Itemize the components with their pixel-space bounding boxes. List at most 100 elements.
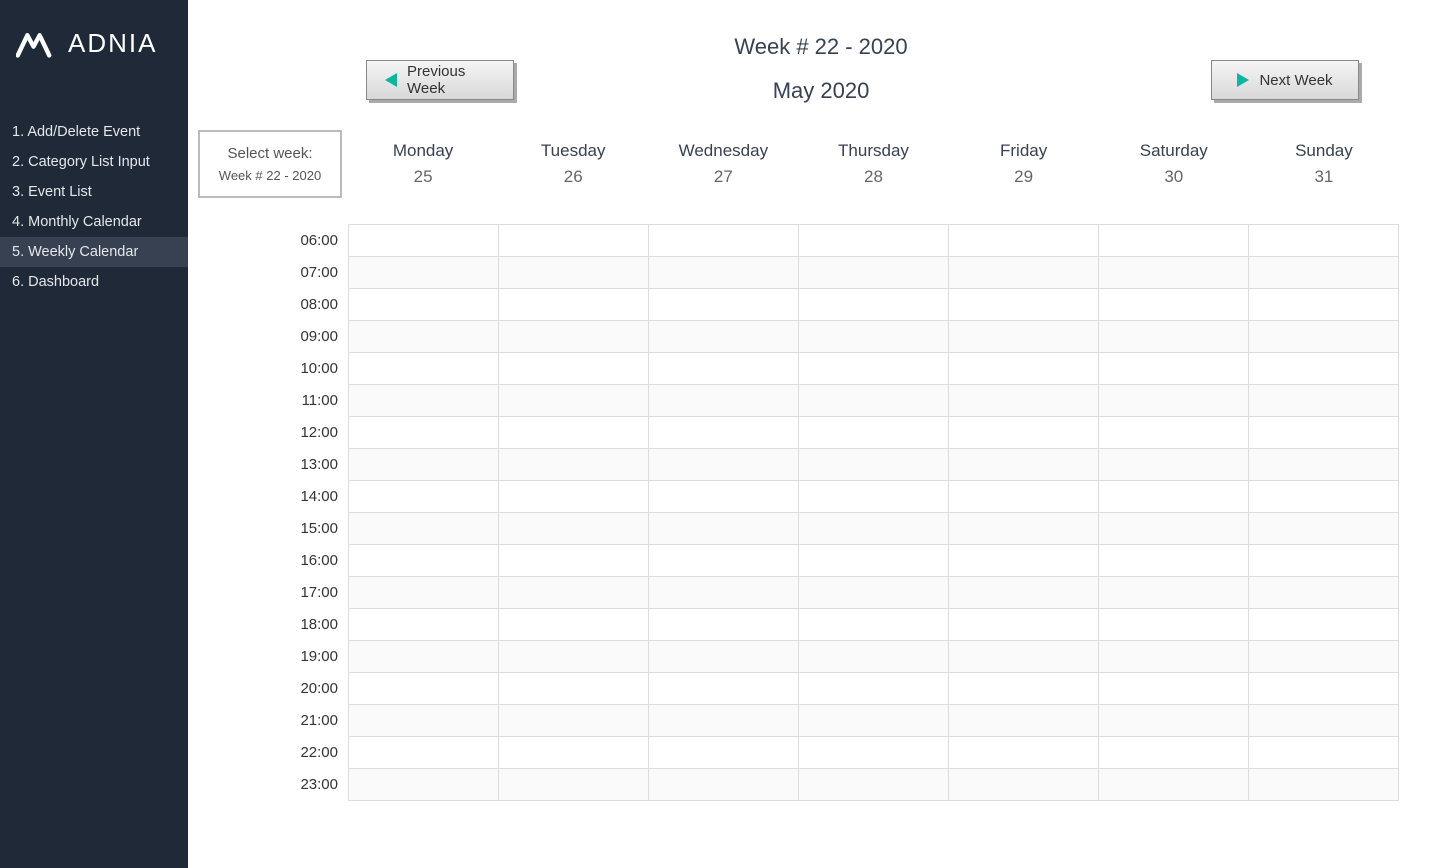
time-slot[interactable] xyxy=(1099,609,1248,641)
time-slot[interactable] xyxy=(349,289,498,321)
time-slot[interactable] xyxy=(799,225,948,257)
time-slot[interactable] xyxy=(349,417,498,449)
time-slot[interactable] xyxy=(499,417,648,449)
time-slot[interactable] xyxy=(649,673,798,705)
time-slot[interactable] xyxy=(649,417,798,449)
time-slot[interactable] xyxy=(499,481,648,513)
time-slot[interactable] xyxy=(949,673,1098,705)
time-slot[interactable] xyxy=(949,545,1098,577)
time-slot[interactable] xyxy=(649,257,798,289)
next-week-button[interactable]: Next Week xyxy=(1211,60,1359,100)
time-slot[interactable] xyxy=(1099,417,1248,449)
time-slot[interactable] xyxy=(499,225,648,257)
time-slot[interactable] xyxy=(499,513,648,545)
time-slot[interactable] xyxy=(649,705,798,737)
time-slot[interactable] xyxy=(349,225,498,257)
time-slot[interactable] xyxy=(949,513,1098,545)
time-slot[interactable] xyxy=(349,257,498,289)
time-slot[interactable] xyxy=(649,321,798,353)
time-slot[interactable] xyxy=(1249,289,1398,321)
time-slot[interactable] xyxy=(799,737,948,769)
time-slot[interactable] xyxy=(1249,481,1398,513)
sidebar-item-event-list[interactable]: 3. Event List xyxy=(0,177,188,207)
time-slot[interactable] xyxy=(949,609,1098,641)
time-slot[interactable] xyxy=(1099,577,1248,609)
time-slot[interactable] xyxy=(649,225,798,257)
time-slot[interactable] xyxy=(1099,705,1248,737)
time-slot[interactable] xyxy=(649,641,798,673)
time-slot[interactable] xyxy=(799,513,948,545)
time-slot[interactable] xyxy=(1099,769,1248,801)
time-slot[interactable] xyxy=(799,417,948,449)
time-slot[interactable] xyxy=(1099,289,1248,321)
time-slot[interactable] xyxy=(1099,257,1248,289)
time-slot[interactable] xyxy=(349,353,498,385)
time-slot[interactable] xyxy=(349,705,498,737)
time-slot[interactable] xyxy=(1249,673,1398,705)
time-slot[interactable] xyxy=(1249,417,1398,449)
time-slot[interactable] xyxy=(949,257,1098,289)
time-slot[interactable] xyxy=(1099,673,1248,705)
time-slot[interactable] xyxy=(799,353,948,385)
time-slot[interactable] xyxy=(499,705,648,737)
time-slot[interactable] xyxy=(949,225,1098,257)
time-slot[interactable] xyxy=(499,257,648,289)
time-slot[interactable] xyxy=(1249,257,1398,289)
time-slot[interactable] xyxy=(949,481,1098,513)
time-slot[interactable] xyxy=(949,321,1098,353)
time-slot[interactable] xyxy=(1249,641,1398,673)
time-slot[interactable] xyxy=(1099,225,1248,257)
time-slot[interactable] xyxy=(1249,545,1398,577)
time-slot[interactable] xyxy=(1249,705,1398,737)
time-slot[interactable] xyxy=(499,289,648,321)
time-slot[interactable] xyxy=(949,737,1098,769)
time-slot[interactable] xyxy=(1099,641,1248,673)
time-slot[interactable] xyxy=(349,641,498,673)
time-slot[interactable] xyxy=(349,737,498,769)
time-slot[interactable] xyxy=(649,737,798,769)
time-slot[interactable] xyxy=(799,289,948,321)
time-slot[interactable] xyxy=(799,385,948,417)
time-slot[interactable] xyxy=(649,449,798,481)
time-slot[interactable] xyxy=(349,385,498,417)
time-slot[interactable] xyxy=(799,449,948,481)
time-slot[interactable] xyxy=(499,609,648,641)
time-slot[interactable] xyxy=(499,769,648,801)
time-slot[interactable] xyxy=(949,449,1098,481)
time-slot[interactable] xyxy=(949,769,1098,801)
time-slot[interactable] xyxy=(949,417,1098,449)
time-slot[interactable] xyxy=(499,545,648,577)
time-slot[interactable] xyxy=(799,705,948,737)
time-slot[interactable] xyxy=(649,609,798,641)
time-slot[interactable] xyxy=(649,289,798,321)
time-slot[interactable] xyxy=(349,545,498,577)
time-slot[interactable] xyxy=(349,481,498,513)
time-slot[interactable] xyxy=(799,609,948,641)
sidebar-item-add-delete-event[interactable]: 1. Add/Delete Event xyxy=(0,117,188,147)
time-slot[interactable] xyxy=(499,577,648,609)
time-slot[interactable] xyxy=(1099,737,1248,769)
time-slot[interactable] xyxy=(949,641,1098,673)
time-slot[interactable] xyxy=(499,385,648,417)
time-slot[interactable] xyxy=(1249,609,1398,641)
sidebar-item-monthly-calendar[interactable]: 4. Monthly Calendar xyxy=(0,207,188,237)
time-slot[interactable] xyxy=(349,673,498,705)
time-slot[interactable] xyxy=(499,449,648,481)
time-slot[interactable] xyxy=(1099,481,1248,513)
time-slot[interactable] xyxy=(949,577,1098,609)
time-slot[interactable] xyxy=(499,641,648,673)
time-slot[interactable] xyxy=(1099,385,1248,417)
time-slot[interactable] xyxy=(649,769,798,801)
time-slot[interactable] xyxy=(949,705,1098,737)
time-slot[interactable] xyxy=(949,289,1098,321)
time-slot[interactable] xyxy=(649,481,798,513)
sidebar-item-dashboard[interactable]: 6. Dashboard xyxy=(0,267,188,297)
time-slot[interactable] xyxy=(1249,449,1398,481)
time-slot[interactable] xyxy=(949,353,1098,385)
time-slot[interactable] xyxy=(349,321,498,353)
time-slot[interactable] xyxy=(649,577,798,609)
time-slot[interactable] xyxy=(499,737,648,769)
time-slot[interactable] xyxy=(1099,353,1248,385)
sidebar-item-weekly-calendar[interactable]: 5. Weekly Calendar xyxy=(0,237,188,267)
time-slot[interactable] xyxy=(349,769,498,801)
